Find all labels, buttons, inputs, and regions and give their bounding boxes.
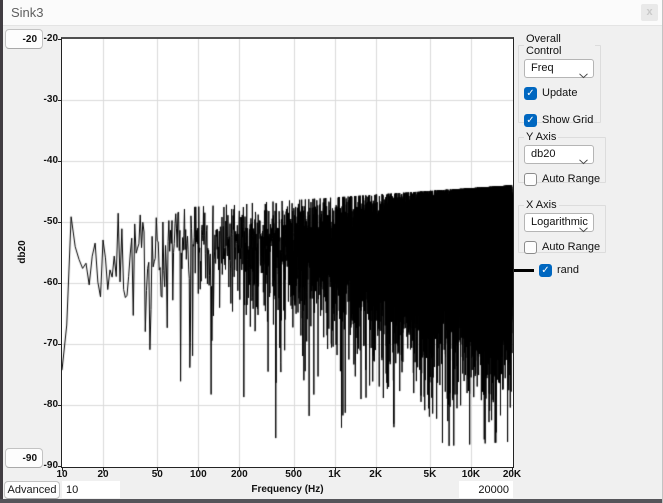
y-scale-select-value: db20	[531, 148, 555, 160]
update-checkbox-row[interactable]: ✓ Update	[524, 86, 595, 100]
show-grid-checkbox[interactable]: ✓	[524, 114, 537, 127]
legend: ✓ rand	[514, 263, 579, 277]
close-icon[interactable]: x	[641, 4, 658, 21]
x-tick-mark	[239, 468, 240, 471]
x-axis-title: Frequency (Hz)	[62, 484, 513, 495]
y-tick-mark	[58, 222, 62, 223]
x-tick-mark	[471, 468, 472, 471]
x-tick-mark	[512, 468, 513, 471]
y-axis-group-title: Y Axis	[524, 131, 558, 143]
y-axis-title: db20	[17, 233, 29, 271]
y-auto-range-checkbox[interactable]	[524, 173, 537, 186]
x-tick-mark	[62, 468, 63, 471]
y-auto-range-checkbox-row[interactable]: Auto Range	[524, 172, 600, 186]
window-border-bottom	[0, 499, 663, 503]
advanced-button[interactable]: Advanced	[4, 481, 60, 499]
y-tick-mark	[58, 466, 62, 467]
x-axis-group: X Axis Logarithmic Auto Range	[518, 199, 606, 253]
y-tick-mark	[58, 405, 62, 406]
update-checkbox-label: Update	[542, 87, 577, 99]
spectrum-canvas[interactable]	[62, 39, 513, 467]
x-axis-group-title: X Axis	[524, 199, 559, 211]
x-tick-mark	[294, 468, 295, 471]
y-tick-label: -60	[26, 277, 58, 288]
window-title: Sink3	[11, 5, 44, 20]
y-tick-mark	[58, 39, 62, 40]
chevron-down-icon	[579, 220, 588, 226]
x-tick-mark	[335, 468, 336, 471]
title-bar: Sink3 x	[3, 0, 662, 26]
chevron-down-icon	[579, 152, 588, 158]
x-tick-mark	[376, 468, 377, 471]
plot-area[interactable]	[61, 37, 514, 468]
y-tick-mark	[58, 344, 62, 345]
trace-visible-checkbox[interactable]: ✓	[539, 264, 552, 277]
x-tick-mark	[157, 468, 158, 471]
y-tick-label: -70	[26, 338, 58, 349]
y-tick-label: -40	[26, 155, 58, 166]
x-tick-mark	[198, 468, 199, 471]
y-tick-mark	[58, 283, 62, 284]
y-tick-label: -20	[26, 33, 58, 44]
y-tick-mark	[58, 100, 62, 101]
freq-domain-select-value: Freq	[531, 62, 554, 74]
x-auto-range-checkbox[interactable]	[524, 241, 537, 254]
y-scale-select[interactable]: db20	[524, 145, 594, 164]
show-grid-checkbox-label: Show Grid	[542, 114, 593, 126]
x-auto-range-checkbox-row[interactable]: Auto Range	[524, 240, 600, 254]
x-scale-select[interactable]: Logarithmic	[524, 213, 594, 232]
x-tick-mark	[430, 468, 431, 471]
overall-control-group: Overall Control Freq ✓ Update ✓ Show Gri…	[518, 33, 601, 123]
y-tick-mark	[58, 161, 62, 162]
overall-control-title: Overall Control	[524, 33, 595, 57]
chevron-down-icon	[579, 66, 588, 72]
y-tick-label: -50	[26, 216, 58, 227]
y-tick-label: -30	[26, 94, 58, 105]
x-tick-mark	[103, 468, 104, 471]
y-tick-label: -80	[26, 399, 58, 410]
y-axis-group: Y Axis db20 Auto Range	[518, 131, 606, 183]
freq-domain-select[interactable]: Freq	[524, 59, 594, 78]
update-checkbox[interactable]: ✓	[524, 87, 537, 100]
legend-line-sample	[514, 269, 534, 272]
app-window: Sink3 x -20 -90 Advanced -20-30-40-50-60…	[0, 0, 663, 503]
show-grid-checkbox-row[interactable]: ✓ Show Grid	[524, 113, 595, 127]
trace-label: rand	[557, 264, 579, 276]
window-border-left	[0, 0, 3, 503]
x-auto-range-checkbox-label: Auto Range	[542, 241, 600, 253]
y-auto-range-checkbox-label: Auto Range	[542, 173, 600, 185]
